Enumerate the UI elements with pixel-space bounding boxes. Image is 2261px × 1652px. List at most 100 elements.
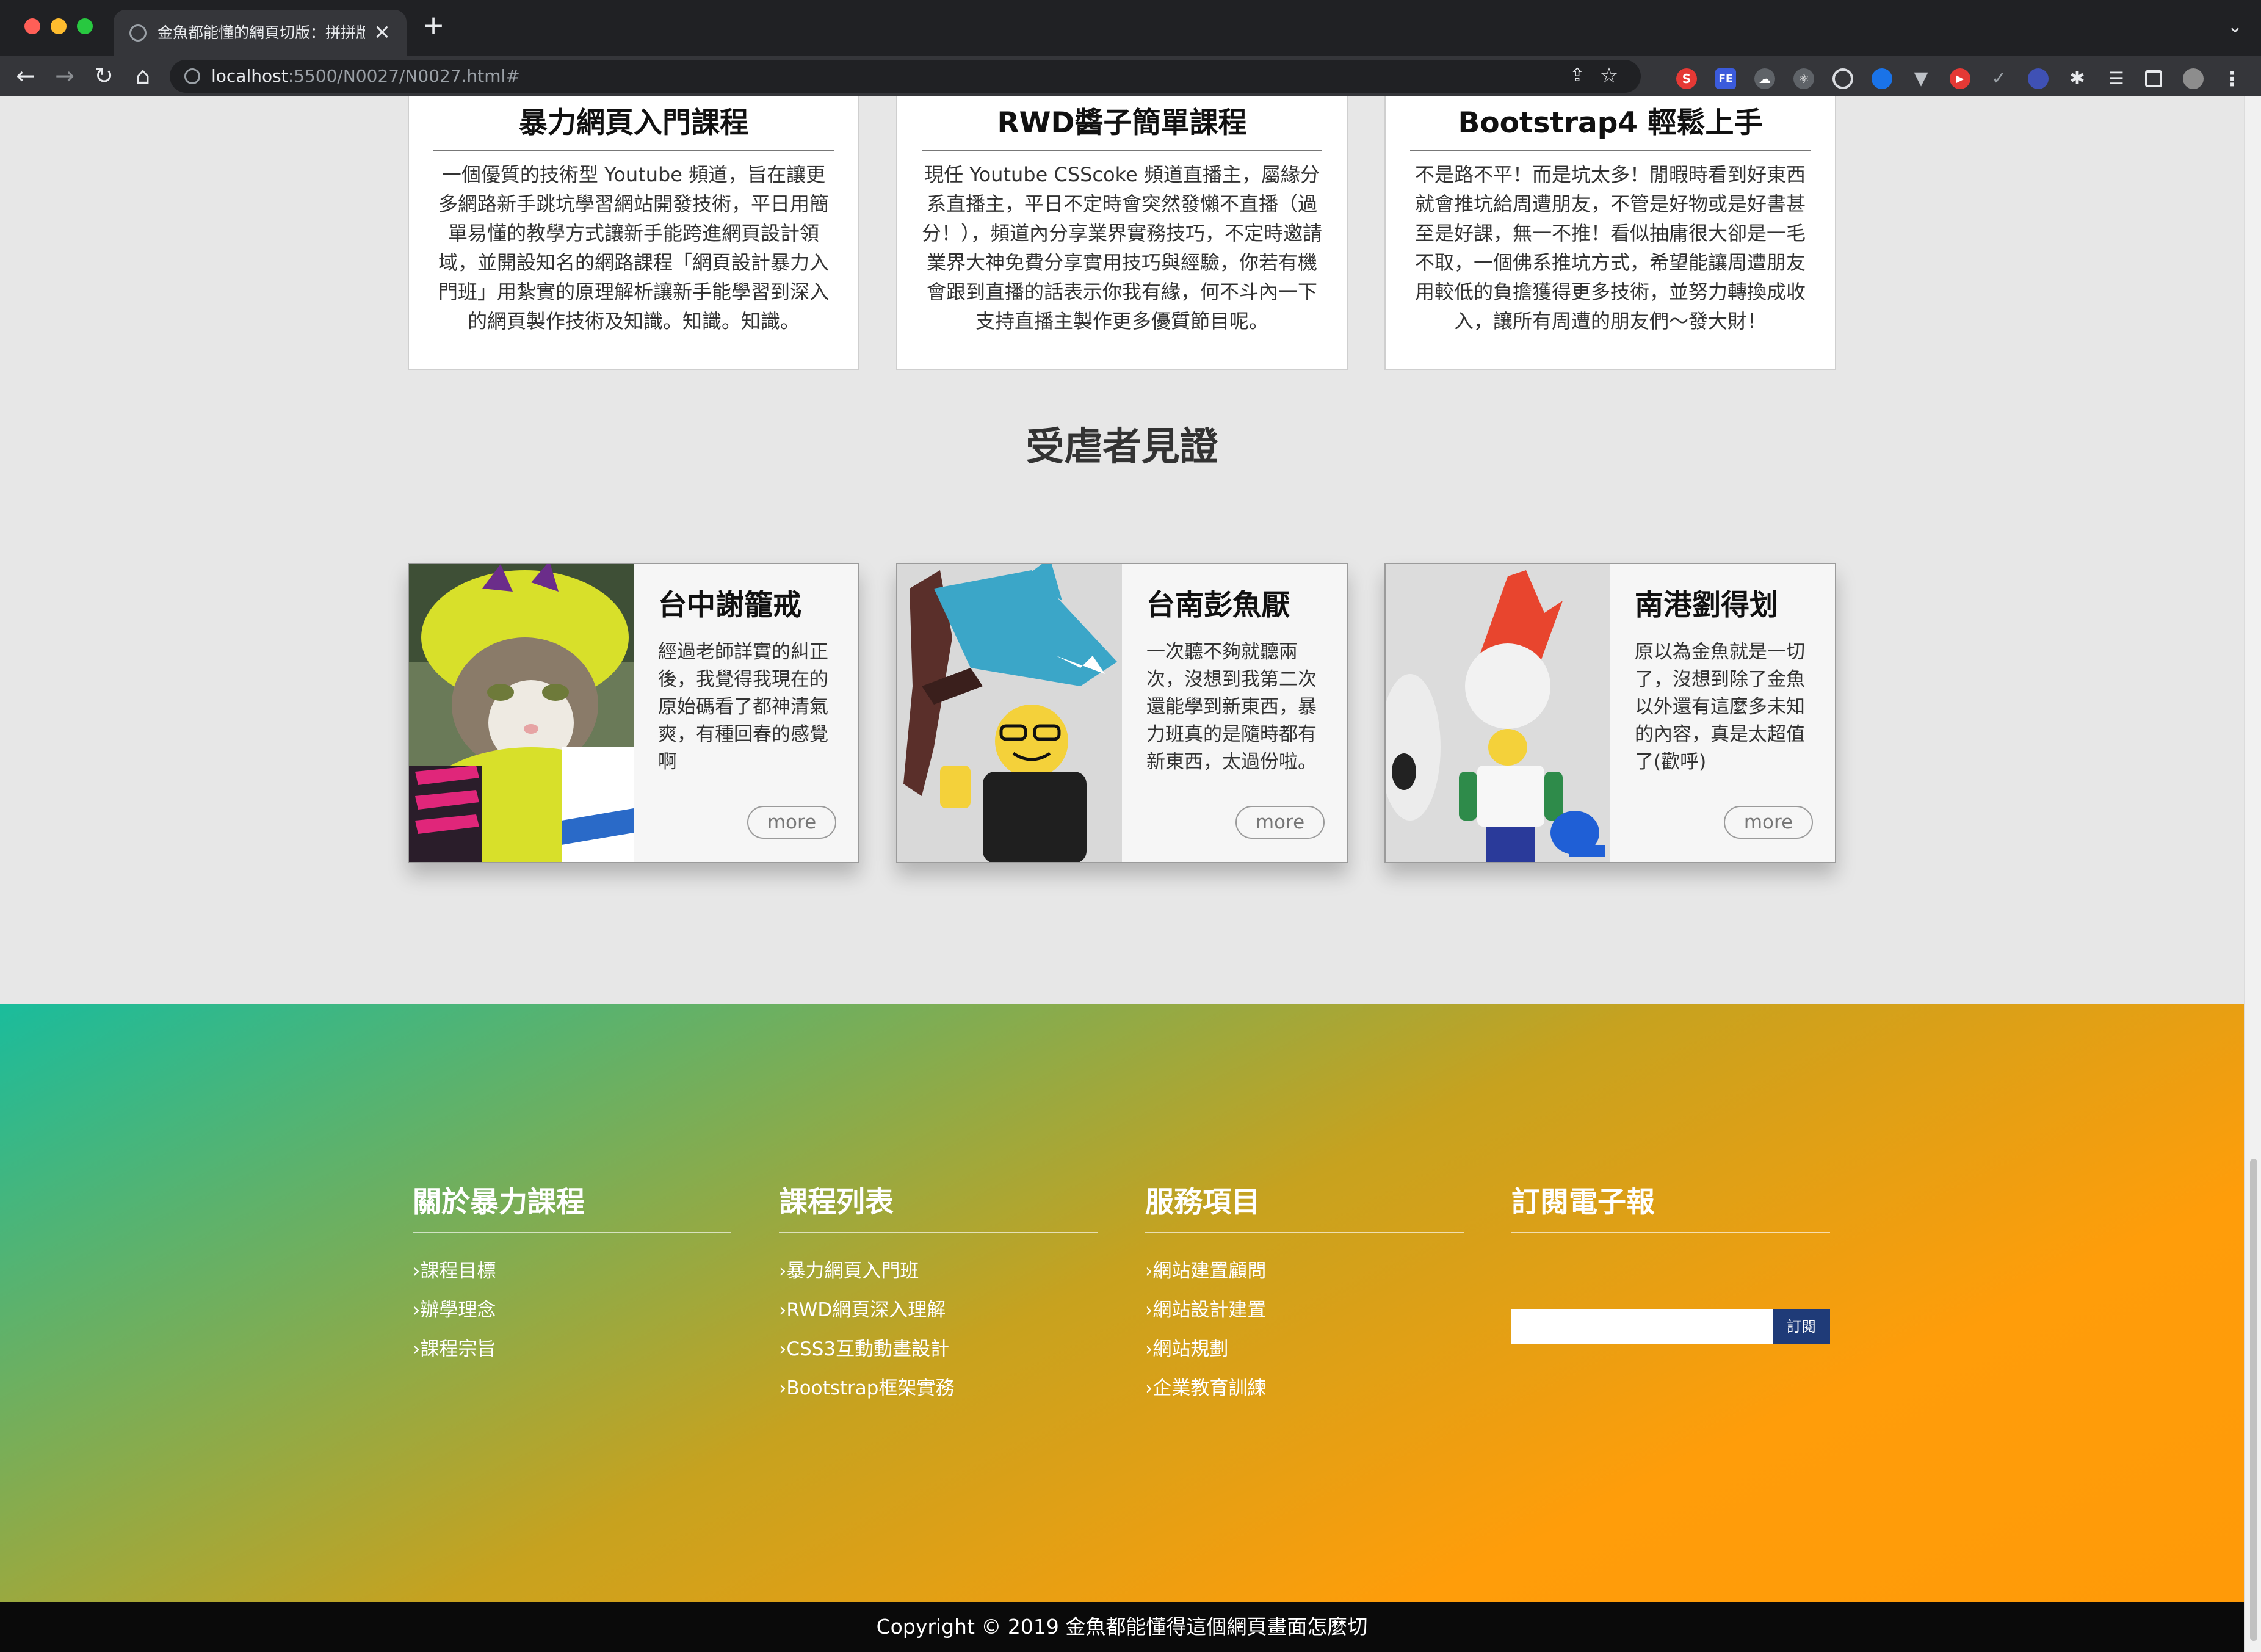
lego-chicken-photo [1386, 564, 1610, 862]
extension-vue-icon[interactable]: ▼ [1911, 68, 1931, 89]
url-text[interactable]: localhost:5500/N0027/N0027.html# [211, 65, 520, 88]
footer-divider [779, 1232, 1098, 1233]
footer-link-list: ›課程目標 ›辦學理念 ›課程宗旨 [413, 1252, 731, 1369]
footer-column-title: 服務項目 [1145, 1186, 1260, 1219]
reading-list-icon[interactable]: ☰ [2106, 68, 2127, 89]
footer-column-about: 關於暴力課程 ›課程目標 ›辦學理念 ›課程宗旨 [413, 1181, 731, 1369]
subscribe-button[interactable]: 訂閱 [1773, 1309, 1830, 1344]
newsletter-email-input[interactable] [1511, 1309, 1773, 1344]
more-button[interactable]: more [747, 806, 836, 839]
site-info-icon[interactable] [184, 68, 200, 84]
home-icon[interactable]: ⌂ [129, 62, 156, 89]
newsletter-form: 訂閱 [1511, 1309, 1830, 1344]
extension-target-icon[interactable] [1832, 68, 1853, 89]
course-card: Bootstrap4 輕鬆上手 不是路不平！而是坑太多！閒暇時看到好東西就會推坑… [1384, 96, 1836, 370]
footer-column-services: 服務項目 ›網站建置顧問 ›網站設計建置 ›網站規劃 ›企業教育訓練 [1145, 1181, 1464, 1408]
footer-link-list: ›網站建置顧問 ›網站設計建置 ›網站規劃 ›企業教育訓練 [1145, 1252, 1464, 1408]
bookmark-star-icon[interactable]: ☆ [1598, 65, 1620, 87]
footer-column-title: 訂閱電子報 [1511, 1186, 1655, 1219]
testimonial-text: 原以為金魚就是一切了，沒想到除了金魚以外還有這麼多未知的內容，真是太超值了(歡呼… [1635, 641, 1805, 773]
close-tab-icon[interactable]: × [371, 21, 393, 43]
testimonial-text: 經過老師詳實的糾正後，我覺得我現在的原始碼看了都神清氣爽，有種回春的感覺啊 [658, 641, 828, 773]
course-description: 現任 Youtube CSScoke 頻道直播主，屬緣分系直播主，平日不定時會突… [922, 163, 1323, 333]
extension-check-icon[interactable]: ✓ [1989, 68, 2010, 89]
course-divider [433, 150, 834, 151]
minimize-window-button[interactable] [51, 18, 67, 34]
footer-link[interactable]: ›CSS3互動動畫設計 [779, 1330, 1098, 1369]
testimonial-name: 南港劉得划 [1635, 589, 1778, 622]
course-description: 一個優質的技術型 Youtube 頻道，旨在讓更多網路新手跳坑學習網站開發技術，… [438, 163, 829, 333]
scrollbar-thumb[interactable] [2250, 1159, 2257, 1641]
cat-photo [409, 564, 634, 862]
footer-divider [413, 1232, 731, 1233]
footer-link[interactable]: ›網站規劃 [1145, 1330, 1464, 1369]
testimonial-name: 台中謝籠戒 [658, 589, 801, 622]
footer-column-newsletter: 訂閱電子報 訂閱 [1511, 1181, 1830, 1344]
tab-strip: 金魚都能懂的網頁切版：拼拼版- × + ⌄ [0, 0, 2261, 56]
extension-react-icon[interactable]: ⚛ [1793, 68, 1814, 89]
page-viewport: 暴力網頁入門課程 一個優質的技術型 Youtube 頻道，旨在讓更多網路新手跳坑… [0, 96, 2244, 1652]
browser-toolbar: ← → ↻ ⌂ localhost:5500/N0027/N0027.html#… [0, 56, 2261, 96]
footer-divider [1511, 1232, 1830, 1233]
course-divider [922, 150, 1322, 151]
tab-title: 金魚都能懂的網頁切版：拼拼版- [157, 24, 365, 42]
browser-chrome: 金魚都能懂的網頁切版：拼拼版- × + ⌄ ← → ↻ ⌂ localhost:… [0, 0, 2261, 96]
maximize-window-button[interactable] [77, 18, 93, 34]
lego-shark-photo [897, 564, 1122, 862]
reload-icon[interactable]: ↻ [90, 62, 117, 89]
back-arrow-icon[interactable]: ← [12, 62, 39, 89]
extension-drop-icon[interactable] [1872, 68, 1892, 89]
testimonial-card: 台中謝籠戒 經過老師詳實的糾正後，我覺得我現在的原始碼看了都神清氣爽，有種回春的… [408, 563, 859, 863]
footer-link[interactable]: ›Bootstrap框架實務 [779, 1369, 1098, 1408]
course-title: 暴力網頁入門課程 [519, 106, 748, 140]
extension-badge-icon[interactable] [2028, 68, 2049, 89]
footer-link[interactable]: ›暴力網頁入門班 [779, 1252, 1098, 1291]
course-divider [1410, 150, 1811, 151]
footer-link-list: ›暴力網頁入門班 ›RWD網頁深入理解 ›CSS3互動動畫設計 ›Bootstr… [779, 1252, 1098, 1408]
footer-link[interactable]: ›課程宗旨 [413, 1330, 731, 1369]
tab-search-chevron-icon[interactable]: ⌄ [2227, 16, 2243, 37]
footer-divider [1145, 1232, 1464, 1233]
course-description: 不是路不平！而是坑太多！閒暇時看到好東西就會推坑給周遭朋友，不管是好物或是好書甚… [1414, 163, 1806, 333]
course-title: RWD醬子簡單課程 [997, 106, 1247, 140]
footer-link[interactable]: ›RWD網頁深入理解 [779, 1291, 1098, 1330]
url-host: localhost [211, 66, 288, 86]
extension-cloud-icon[interactable]: ☁ [1754, 68, 1775, 89]
footer-column-title: 關於暴力課程 [413, 1186, 585, 1219]
close-window-button[interactable] [24, 18, 40, 34]
page-scrollbar[interactable] [2244, 96, 2261, 1652]
course-card: RWD醬子簡單課程 現任 Youtube CSScoke 頻道直播主，屬緣分系直… [896, 96, 1348, 370]
footer-link[interactable]: ›網站設計建置 [1145, 1291, 1464, 1330]
browser-tab[interactable]: 金魚都能懂的網頁切版：拼拼版- × [114, 10, 407, 56]
extension-fe-icon[interactable]: FE [1715, 68, 1736, 89]
globe-icon [129, 24, 147, 42]
browser-menu-icon[interactable]: ⋮ [2222, 68, 2243, 89]
footer-column-title: 課程列表 [779, 1186, 894, 1219]
address-bar[interactable]: localhost:5500/N0027/N0027.html# ⇪ ☆ [170, 60, 1641, 93]
copyright-bar: Copyright © 2019 金魚都能懂得這個網頁畫面怎麼切 [0, 1602, 2244, 1652]
course-title: Bootstrap4 輕鬆上手 [1458, 106, 1763, 140]
new-tab-button[interactable]: + [421, 12, 446, 39]
testimonial-card: 台南彭魚厭 一次聽不夠就聽兩次，沒想到我第二次還能學到新東西，暴力班真的是隨時都… [896, 563, 1348, 863]
site-footer: 關於暴力課程 ›課程目標 ›辦學理念 ›課程宗旨 課程列表 ›暴力網頁入門班 ›… [0, 1004, 2244, 1602]
testimonial-text: 一次聽不夠就聽兩次，沒想到我第二次還能學到新東西，暴力班真的是隨時都有新東西，太… [1146, 641, 1317, 773]
extensions-puzzle-icon[interactable]: ✱ [2067, 68, 2088, 89]
more-button[interactable]: more [1235, 806, 1325, 839]
share-icon[interactable]: ⇪ [1568, 66, 1587, 85]
testimonials-heading: 受虐者見證 [1026, 424, 1218, 469]
profile-avatar[interactable] [2183, 68, 2204, 89]
extension-s-icon[interactable]: S [1676, 68, 1697, 89]
footer-link[interactable]: ›企業教育訓練 [1145, 1369, 1464, 1408]
more-button[interactable]: more [1724, 806, 1813, 839]
footer-link[interactable]: ›辦學理念 [413, 1291, 731, 1330]
extension-play-icon[interactable]: ▶ [1950, 68, 1970, 89]
footer-link[interactable]: ›網站建置顧問 [1145, 1252, 1464, 1291]
forward-arrow-icon[interactable]: → [51, 62, 78, 89]
footer-link[interactable]: ›課程目標 [413, 1252, 731, 1291]
side-panel-icon[interactable] [2145, 70, 2162, 87]
url-path: :5500/N0027/N0027.html# [288, 66, 520, 86]
testimonial-name: 台南彭魚厭 [1146, 589, 1290, 622]
testimonial-card: 南港劉得划 原以為金魚就是一切了，沒想到除了金魚以外還有這麼多未知的內容，真是太… [1384, 563, 1836, 863]
course-card: 暴力網頁入門課程 一個優質的技術型 Youtube 頻道，旨在讓更多網路新手跳坑… [408, 96, 859, 370]
footer-column-courses: 課程列表 ›暴力網頁入門班 ›RWD網頁深入理解 ›CSS3互動動畫設計 ›Bo… [779, 1181, 1098, 1408]
